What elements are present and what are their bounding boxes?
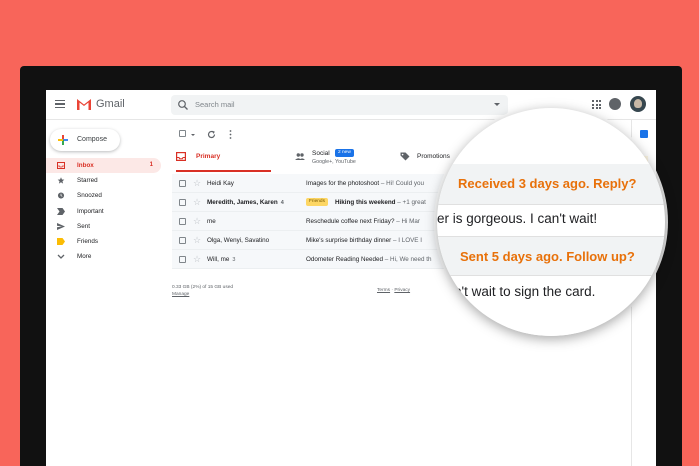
sidebar-item-label: More (77, 253, 92, 261)
select-all-checkbox[interactable] (179, 130, 186, 137)
mail-sender: Heidi Kay (207, 180, 234, 187)
sidebar-item-label: Sent (77, 222, 90, 230)
label-chip-friends[interactable]: Friends (306, 198, 328, 206)
mail-sender: me (207, 218, 216, 225)
search-options-icon[interactable] (494, 103, 500, 106)
more-options-icon[interactable] (229, 130, 232, 139)
row-checkbox[interactable] (179, 199, 186, 206)
send-icon (57, 222, 65, 230)
footer-links: Terms · Privacy (377, 288, 410, 293)
calendar-icon[interactable] (640, 130, 648, 138)
row-divider (437, 204, 665, 205)
tab-label: Primary (196, 153, 221, 160)
mail-sender: Meredith, James, Karen 4 (207, 199, 284, 206)
storage-usage: 0.33 GB (2%) of 15 GB used (172, 285, 234, 290)
mail-sender: Will, me 3 (207, 256, 236, 263)
magnified-body-text: n't wait to sign the card. (454, 284, 596, 299)
tab-social[interactable]: Social 2 new Google+, YouTube (295, 146, 395, 172)
star-icon (57, 177, 65, 184)
sidebar-nav: Inbox 1 Starred Snoozed Important Sent F… (46, 158, 161, 264)
star-icon[interactable]: ☆ (193, 235, 201, 245)
search-bar[interactable]: Search mail (171, 95, 508, 115)
new-count-badge: 2 new (335, 149, 354, 157)
compose-label: Compose (77, 136, 107, 143)
row-checkbox[interactable] (179, 218, 186, 225)
chevron-down-icon (57, 254, 65, 260)
inbox-icon (176, 152, 186, 161)
magnified-body-text: er is gorgeous. I can't wait! (437, 211, 598, 226)
sidebar-item-sent[interactable]: Sent (46, 219, 161, 234)
sidebar-item-important[interactable]: Important (46, 204, 161, 219)
manage-storage-link[interactable]: Manage (172, 292, 189, 297)
tab-label: Social (312, 150, 330, 157)
avatar[interactable] (630, 96, 646, 112)
star-icon[interactable]: ☆ (193, 178, 201, 188)
account-circle-icon[interactable] (609, 98, 621, 110)
sidebar-item-label: Important (77, 207, 104, 215)
unread-count: 1 (149, 162, 153, 168)
clock-icon (57, 192, 65, 199)
tab-label: Promotions (417, 153, 450, 160)
nudge-received-reply[interactable]: Received 3 days ago. Reply? (458, 176, 636, 191)
plus-icon (58, 135, 68, 145)
terms-link[interactable]: Terms (377, 288, 390, 293)
star-icon[interactable]: ☆ (193, 197, 201, 207)
tab-primary[interactable]: Primary (176, 146, 271, 172)
magnifier-lens: Received 3 days ago. Reply? er is gorgeo… (437, 108, 665, 336)
sidebar-item-label: Friends (77, 237, 98, 245)
sidebar-item-more[interactable]: More (46, 249, 161, 264)
privacy-link[interactable]: Privacy (394, 288, 410, 293)
search-input[interactable]: Search mail (195, 100, 235, 109)
sidebar-item-friends[interactable]: Friends (46, 234, 161, 249)
compose-button[interactable]: Compose (50, 129, 120, 151)
row-checkbox[interactable] (179, 237, 186, 244)
sidebar-item-label: Starred (77, 177, 98, 185)
gmail-logo-icon[interactable] (76, 97, 92, 111)
mail-sender: Olga, Wenyi, Savatino (207, 237, 270, 244)
search-icon[interactable] (177, 99, 189, 111)
refresh-icon[interactable] (207, 130, 216, 139)
row-checkbox[interactable] (179, 256, 186, 263)
menu-icon[interactable] (55, 100, 65, 108)
gmail-wordmark[interactable]: Gmail (96, 98, 125, 110)
sidebar-item-inbox[interactable]: Inbox 1 (46, 158, 161, 174)
sidebar-item-label: Inbox (77, 162, 94, 169)
row-checkbox[interactable] (179, 180, 186, 187)
tab-sublabel: Google+, YouTube (312, 159, 356, 165)
nudge-sent-follow-up[interactable]: Sent 5 days ago. Follow up? (460, 249, 635, 264)
select-options-icon[interactable] (191, 134, 195, 136)
sidebar-item-label: Snoozed (77, 192, 102, 200)
tag-icon (400, 152, 410, 161)
apps-grid-icon[interactable] (592, 100, 601, 109)
important-icon (57, 207, 65, 215)
star-icon[interactable]: ☆ (193, 254, 201, 264)
sidebar-item-starred[interactable]: Starred (46, 173, 161, 188)
label-icon (57, 237, 65, 245)
star-icon[interactable]: ☆ (193, 216, 201, 226)
lens-fade (437, 308, 665, 336)
people-icon (295, 153, 305, 160)
sidebar-item-snoozed[interactable]: Snoozed (46, 188, 161, 203)
row-divider (437, 275, 665, 276)
inbox-icon (57, 162, 65, 169)
